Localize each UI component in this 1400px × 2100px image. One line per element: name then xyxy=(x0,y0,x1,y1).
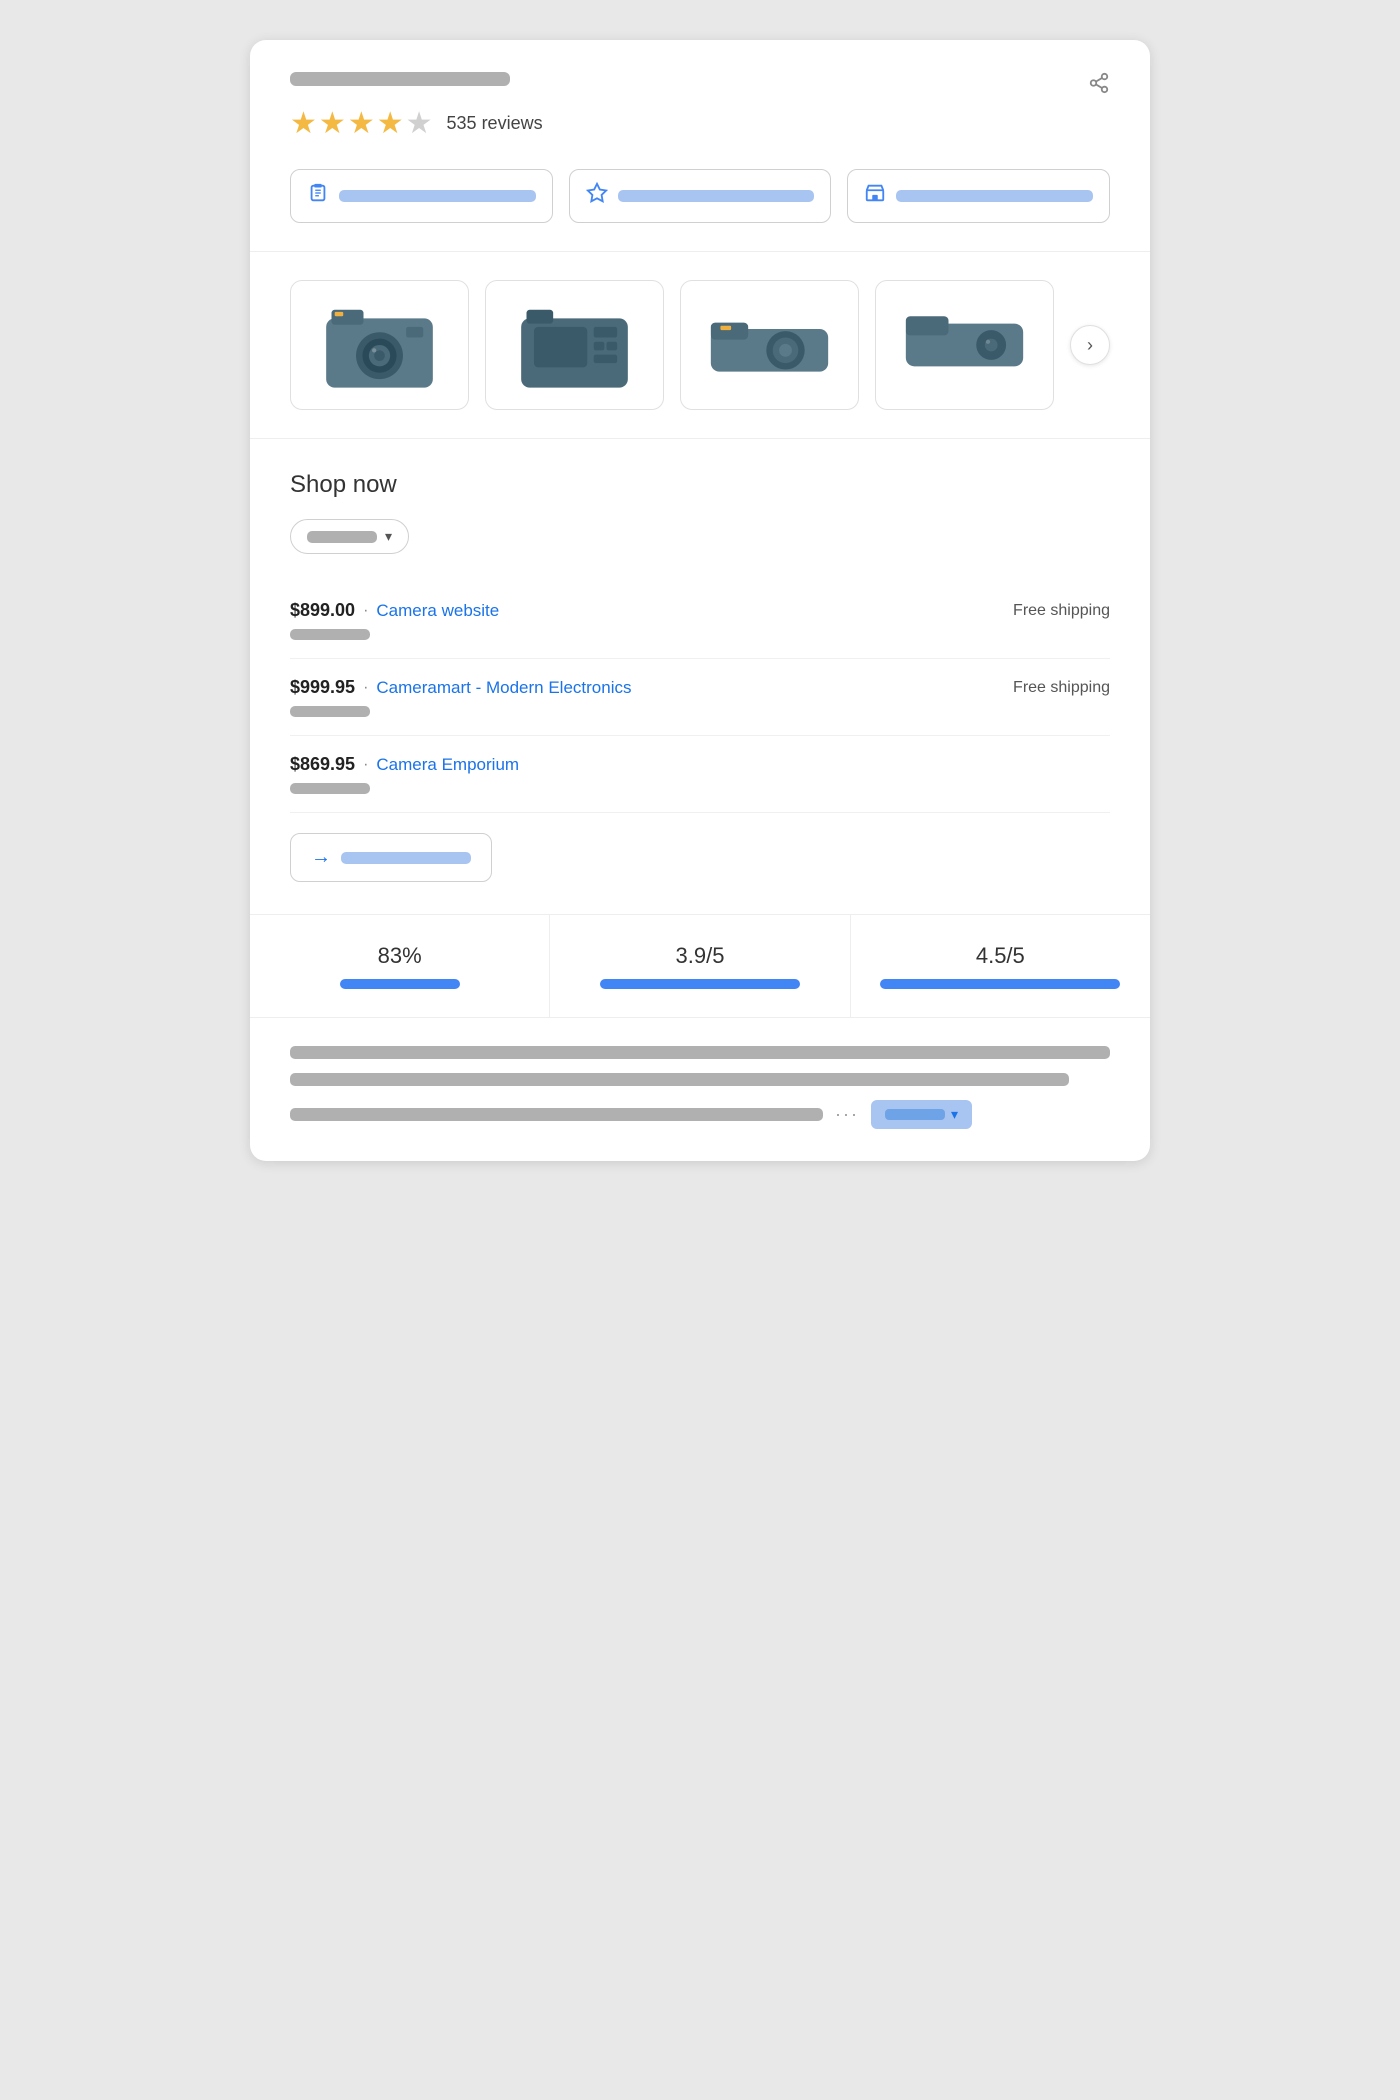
ellipsis-icon: ··· xyxy=(835,1104,859,1125)
camera-image-1[interactable] xyxy=(290,280,469,410)
star-4: ★ xyxy=(377,106,404,141)
stat-value-2: 3.9/5 xyxy=(570,943,829,969)
shop-section: Shop now ▾ $899.00 · Camera website Free… xyxy=(250,439,1150,915)
text-line-3 xyxy=(290,1108,823,1121)
btn-label-bar-2 xyxy=(618,190,815,202)
more-stores-button[interactable]: → xyxy=(290,833,492,882)
star-3: ★ xyxy=(348,106,375,141)
chevron-down-icon: ▾ xyxy=(385,528,392,545)
filter-label-bar xyxy=(307,531,377,543)
star-icon xyxy=(586,182,608,210)
shop-title: Shop now xyxy=(290,471,1110,499)
listing-sub-1 xyxy=(290,629,370,640)
text-line-1 xyxy=(290,1046,1110,1059)
stat-item-3: 4.5/5 xyxy=(851,915,1150,1017)
shipping-1: Free shipping xyxy=(1013,602,1110,620)
product-card: ★ ★ ★ ★ ★ 535 reviews xyxy=(250,40,1150,1161)
rating-section: ★ ★ ★ ★ ★ 535 reviews xyxy=(250,40,1150,252)
price-3: $869.95 xyxy=(290,754,355,775)
filter-button[interactable]: ▾ xyxy=(290,519,409,554)
listing-3: $869.95 · Camera Emporium xyxy=(290,736,1110,813)
stat-bar-2 xyxy=(600,979,800,989)
price-1: $899.00 xyxy=(290,600,355,621)
star-rating: ★ ★ ★ ★ ★ xyxy=(290,106,433,141)
chevron-down-expand-icon: ▾ xyxy=(951,1106,958,1123)
stat-bar-3 xyxy=(880,979,1120,989)
stat-value-3: 4.5/5 xyxy=(871,943,1130,969)
star-2: ★ xyxy=(319,106,346,141)
text-line-2 xyxy=(290,1073,1069,1086)
seller-link-3[interactable]: Camera Emporium xyxy=(376,755,519,775)
action-button-2[interactable] xyxy=(569,169,832,223)
expand-button[interactable]: ▾ xyxy=(871,1100,972,1129)
dot-2: · xyxy=(363,679,368,697)
btn-label-bar-3 xyxy=(896,190,1093,202)
listing-sub-2 xyxy=(290,706,370,717)
action-button-1[interactable] xyxy=(290,169,553,223)
btn-label-bar-1 xyxy=(339,190,536,202)
stat-bar-1 xyxy=(340,979,460,989)
seller-link-2[interactable]: Cameramart - Modern Electronics xyxy=(376,678,631,698)
star-5: ★ xyxy=(406,106,433,141)
action-buttons-row xyxy=(290,169,1110,223)
arrow-right-icon: → xyxy=(311,846,331,869)
share-icon[interactable] xyxy=(1088,72,1110,100)
stat-item-1: 83% xyxy=(250,915,550,1017)
images-section: › xyxy=(250,252,1150,439)
seller-link-1[interactable]: Camera website xyxy=(376,601,499,621)
stats-section: 83% 3.9/5 4.5/5 xyxy=(250,915,1150,1018)
store-icon xyxy=(864,182,886,210)
camera-image-4[interactable] xyxy=(875,280,1054,410)
dot-3: · xyxy=(363,756,368,774)
star-1: ★ xyxy=(290,106,317,141)
bottom-section: ··· ▾ xyxy=(250,1018,1150,1161)
listing-1: $899.00 · Camera website Free shipping xyxy=(290,582,1110,659)
listing-sub-3 xyxy=(290,783,370,794)
expand-label-bar xyxy=(885,1109,945,1120)
action-button-3[interactable] xyxy=(847,169,1110,223)
listing-2: $999.95 · Cameramart - Modern Electronic… xyxy=(290,659,1110,736)
review-count: 535 reviews xyxy=(447,113,543,134)
clipboard-icon xyxy=(307,182,329,210)
camera-image-3[interactable] xyxy=(680,280,859,410)
camera-image-2[interactable] xyxy=(485,280,664,410)
shipping-2: Free shipping xyxy=(1013,679,1110,697)
more-label-bar xyxy=(341,852,471,864)
next-image-arrow[interactable]: › xyxy=(1070,325,1110,365)
product-title-bar xyxy=(290,72,510,86)
price-2: $999.95 xyxy=(290,677,355,698)
stat-value-1: 83% xyxy=(270,943,529,969)
dot-1: · xyxy=(363,602,368,620)
stat-item-2: 3.9/5 xyxy=(550,915,850,1017)
